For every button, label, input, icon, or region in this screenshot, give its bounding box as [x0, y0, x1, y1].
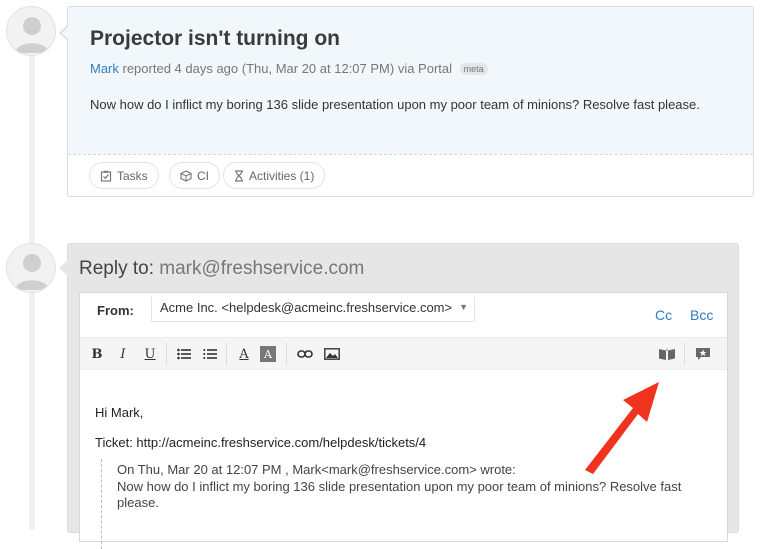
- tasks-label: Tasks: [117, 168, 148, 183]
- tasks-button[interactable]: Tasks: [89, 162, 159, 189]
- from-label: From:: [97, 303, 134, 318]
- numbered-list-button[interactable]: [199, 343, 221, 365]
- canned-response-button[interactable]: [692, 343, 714, 365]
- dropdown-caret-icon: ▼: [459, 302, 468, 312]
- ci-icon: [180, 169, 192, 182]
- annotation-arrow-icon: [585, 382, 659, 474]
- comment-star-icon: [696, 348, 710, 360]
- ticket-meta: Mark reported 4 days ago (Thu, Mar 20 at…: [90, 61, 488, 76]
- book-icon: [659, 348, 675, 360]
- author-link[interactable]: Mark: [90, 61, 119, 76]
- bulleted-list-button[interactable]: [173, 343, 195, 365]
- toolbar-divider: [226, 343, 227, 365]
- ticket-link-line: Ticket: http://acmeinc.freshservice.com/…: [95, 435, 427, 450]
- quote-header: On Thu, Mar 20 at 12:07 PM , Mark<mark@f…: [117, 462, 516, 477]
- ticket-title: Projector isn't turning on: [90, 27, 340, 50]
- image-icon: [324, 348, 340, 360]
- editor-toolbar: B I U A A: [80, 337, 727, 370]
- bold-button[interactable]: B: [86, 343, 108, 365]
- ci-label: CI: [197, 168, 209, 183]
- hourglass-icon: [234, 169, 244, 182]
- reply-to-text: Reply to:: [79, 258, 160, 279]
- from-select[interactable]: Acme Inc. <helpdesk@acmeinc.freshservice…: [151, 296, 475, 322]
- reply-to-label: Reply to: mark@freshservice.com: [79, 258, 364, 280]
- solutions-button[interactable]: [656, 343, 678, 365]
- user-silhouette-icon: [15, 17, 49, 53]
- insert-link-button[interactable]: [294, 343, 316, 365]
- numbered-list-icon: [203, 349, 217, 359]
- toolbar-divider: [286, 343, 287, 365]
- activities-label: Activities (1): [249, 168, 315, 183]
- requester-avatar: [6, 6, 56, 56]
- toolbar-divider: [166, 343, 167, 365]
- cc-link[interactable]: Cc: [655, 307, 672, 323]
- greeting-line: Hi Mark,: [95, 405, 144, 420]
- quote-text: Now how do I inflict my boring 136 slide…: [117, 479, 682, 510]
- highlight-button[interactable]: A: [260, 346, 276, 362]
- italic-button[interactable]: I: [112, 343, 134, 365]
- ticket-card: Projector isn't turning on Mark reported…: [59, 6, 754, 197]
- ticket-actions-bar: Tasks CI Activities (1): [68, 154, 753, 196]
- bcc-link[interactable]: Bcc: [690, 307, 713, 323]
- ticket-description: Now how do I inflict my boring 136 slide…: [90, 97, 700, 112]
- agent-avatar: [6, 243, 56, 293]
- font-color-button[interactable]: A: [233, 343, 255, 365]
- tasks-icon: [100, 170, 112, 182]
- user-silhouette-icon: [15, 254, 49, 290]
- underline-button[interactable]: U: [139, 343, 161, 365]
- reported-text: reported 4 days ago (Thu, Mar 20 at 12:0…: [118, 61, 456, 76]
- bulleted-list-icon: [177, 348, 191, 360]
- toolbar-divider: [684, 343, 685, 365]
- reply-to-email: mark@freshservice.com: [159, 258, 365, 279]
- insert-image-button[interactable]: [321, 343, 343, 365]
- meta-badge[interactable]: meta: [459, 63, 488, 75]
- from-value: Acme Inc. <helpdesk@acmeinc.freshservice…: [160, 300, 453, 315]
- link-icon: [297, 350, 313, 358]
- activities-button[interactable]: Activities (1): [223, 162, 326, 189]
- ci-button[interactable]: CI: [169, 162, 220, 189]
- from-row: From: Acme Inc. <helpdesk@acmeinc.freshs…: [80, 293, 727, 331]
